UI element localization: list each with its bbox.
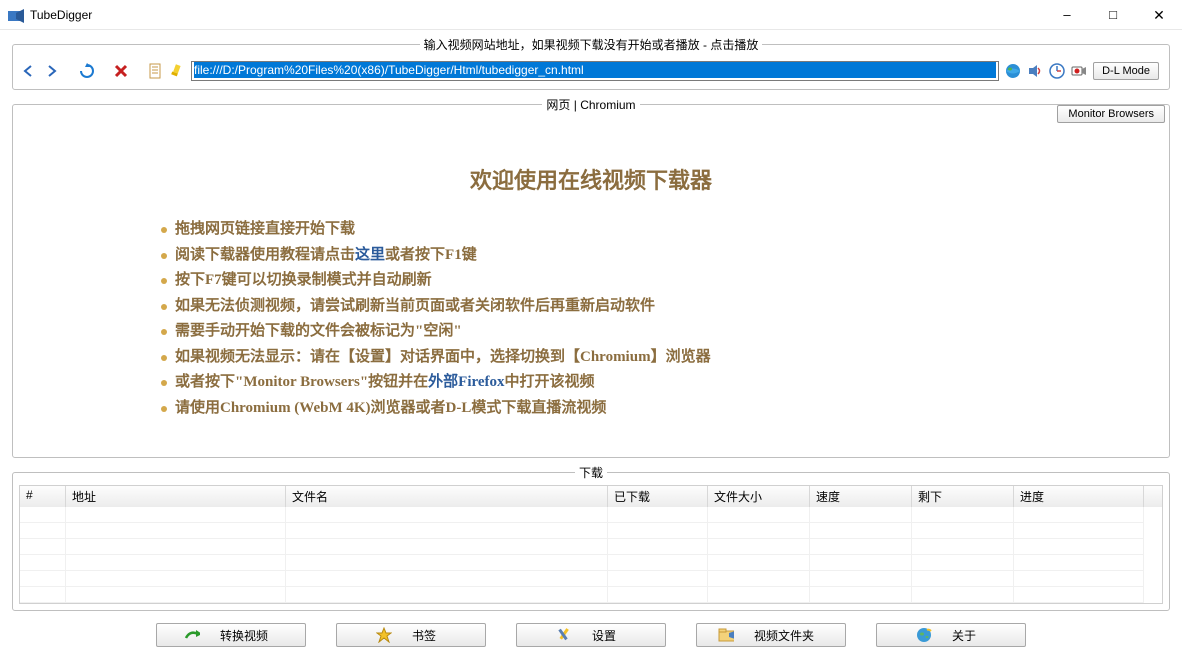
tip-text: 阅读下载器使用教程请点击	[175, 247, 355, 263]
column-header[interactable]: 已下载	[608, 486, 708, 507]
highlight-icon[interactable]	[169, 63, 185, 79]
button-label: 书签	[412, 627, 436, 644]
column-header[interactable]: 进度	[1014, 486, 1144, 507]
tip-item: 请使用Chromium (WebM 4K)浏览器或者D-L模式下载直播流视频	[161, 396, 1021, 422]
video-folder-button[interactable]: 视频文件夹	[696, 623, 846, 647]
column-header[interactable]: 速度	[810, 486, 912, 507]
back-icon[interactable]	[23, 63, 39, 79]
star-icon	[376, 627, 392, 643]
downloads-table: #地址文件名已下载文件大小速度剩下进度	[19, 485, 1163, 604]
bottom-toolbar: 转换视频 书签 设置 视频文件夹 关于	[12, 617, 1170, 649]
tip-text: 需要手动开始下载的文件会被标记为"空闲"	[175, 323, 462, 339]
title-bar: TubeDigger – □ ✕	[0, 0, 1182, 30]
table-row	[20, 507, 1162, 523]
tip-text: 中打开该视频	[505, 374, 595, 390]
column-header[interactable]: #	[20, 486, 66, 507]
tip-item: 需要手动开始下载的文件会被标记为"空闲"	[161, 319, 1021, 345]
column-header[interactable]: 剩下	[912, 486, 1014, 507]
monitor-browsers-button[interactable]: Monitor Browsers	[1057, 105, 1165, 123]
table-body	[20, 507, 1162, 603]
table-header: #地址文件名已下载文件大小速度剩下进度	[20, 486, 1162, 507]
url-section-legend: 输入视频网站地址，如果视频下载没有开始或者播放 - 点击播放	[420, 36, 763, 53]
button-label: 转换视频	[220, 627, 268, 644]
tip-text: 或者按下F1键	[385, 247, 477, 263]
about-button[interactable]: 关于	[876, 623, 1026, 647]
minimize-button[interactable]: –	[1044, 0, 1090, 30]
table-row	[20, 571, 1162, 587]
tip-item: 拖拽网页链接直接开始下载	[161, 217, 1021, 243]
web-section-legend: 网页 | Chromium	[542, 96, 639, 113]
globe-icon	[916, 627, 932, 643]
table-row	[20, 523, 1162, 539]
tip-item: 按下F7键可以切换录制模式并自动刷新	[161, 268, 1021, 294]
url-section: 输入视频网站地址，如果视频下载没有开始或者播放 - 点击播放 file:///D…	[12, 36, 1170, 90]
tip-link[interactable]: 外部Firefox	[428, 374, 504, 390]
app-icon	[8, 7, 24, 23]
convert-icon	[184, 627, 200, 643]
tip-item: 或者按下"Monitor Browsers"按钮并在外部Firefox中打开该视…	[161, 370, 1021, 396]
tip-link[interactable]: 这里	[355, 247, 385, 263]
tip-text: 如果无法侦测视频，请尝试刷新当前页面或者关闭软件后再重新启动软件	[175, 298, 655, 314]
tip-text: 拖拽网页链接直接开始下载	[175, 221, 355, 237]
tip-item: 如果视频无法显示：请在【设置】对话界面中，选择切换到【Chromium】浏览器	[161, 345, 1021, 371]
table-row	[20, 587, 1162, 603]
tip-item: 如果无法侦测视频，请尝试刷新当前页面或者关闭软件后再重新启动软件	[161, 294, 1021, 320]
table-row	[20, 539, 1162, 555]
refresh-icon[interactable]	[79, 63, 95, 79]
tip-item: 阅读下载器使用教程请点击这里或者按下F1键	[161, 243, 1021, 269]
welcome-heading: 欢迎使用在线视频下载器	[13, 163, 1169, 195]
downloads-legend: 下载	[575, 464, 607, 481]
bookmarks-button[interactable]: 书签	[336, 623, 486, 647]
column-header[interactable]: 文件名	[286, 486, 608, 507]
tip-text: 如果视频无法显示：请在【设置】对话界面中，选择切换到【Chromium】浏览器	[175, 349, 711, 365]
record-icon[interactable]	[1071, 63, 1087, 79]
tip-text: 或者按下"Monitor Browsers"按钮并在	[175, 374, 428, 390]
downloads-section: 下载 #地址文件名已下载文件大小速度剩下进度	[12, 464, 1170, 611]
web-section: 网页 | Chromium Monitor Browsers 欢迎使用在线视频下…	[12, 96, 1170, 458]
tip-text: 按下F7键可以切换录制模式并自动刷新	[175, 272, 432, 288]
folder-icon	[718, 627, 734, 643]
convert-video-button[interactable]: 转换视频	[156, 623, 306, 647]
dl-mode-button[interactable]: D-L Mode	[1093, 62, 1159, 80]
button-label: 设置	[592, 627, 616, 644]
table-row	[20, 555, 1162, 571]
column-header[interactable]: 地址	[66, 486, 286, 507]
button-label: 关于	[952, 627, 976, 644]
world-icon[interactable]	[1005, 63, 1021, 79]
delete-icon[interactable]	[113, 63, 129, 79]
document-icon[interactable]	[147, 63, 163, 79]
tools-icon	[556, 627, 572, 643]
forward-icon[interactable]	[45, 63, 61, 79]
sound-icon[interactable]	[1027, 63, 1043, 79]
maximize-button[interactable]: □	[1090, 0, 1136, 30]
window-title: TubeDigger	[30, 8, 92, 22]
clock-icon[interactable]	[1049, 63, 1065, 79]
close-button[interactable]: ✕	[1136, 0, 1182, 30]
settings-button[interactable]: 设置	[516, 623, 666, 647]
url-input[interactable]: file:///D:/Program%20Files%20(x86)/TubeD…	[191, 61, 999, 81]
tip-text: 请使用Chromium (WebM 4K)浏览器或者D-L模式下载直播流视频	[175, 400, 606, 416]
button-label: 视频文件夹	[754, 627, 814, 644]
column-header[interactable]: 文件大小	[708, 486, 810, 507]
web-content: 欢迎使用在线视频下载器 拖拽网页链接直接开始下载阅读下载器使用教程请点击这里或者…	[13, 113, 1169, 457]
